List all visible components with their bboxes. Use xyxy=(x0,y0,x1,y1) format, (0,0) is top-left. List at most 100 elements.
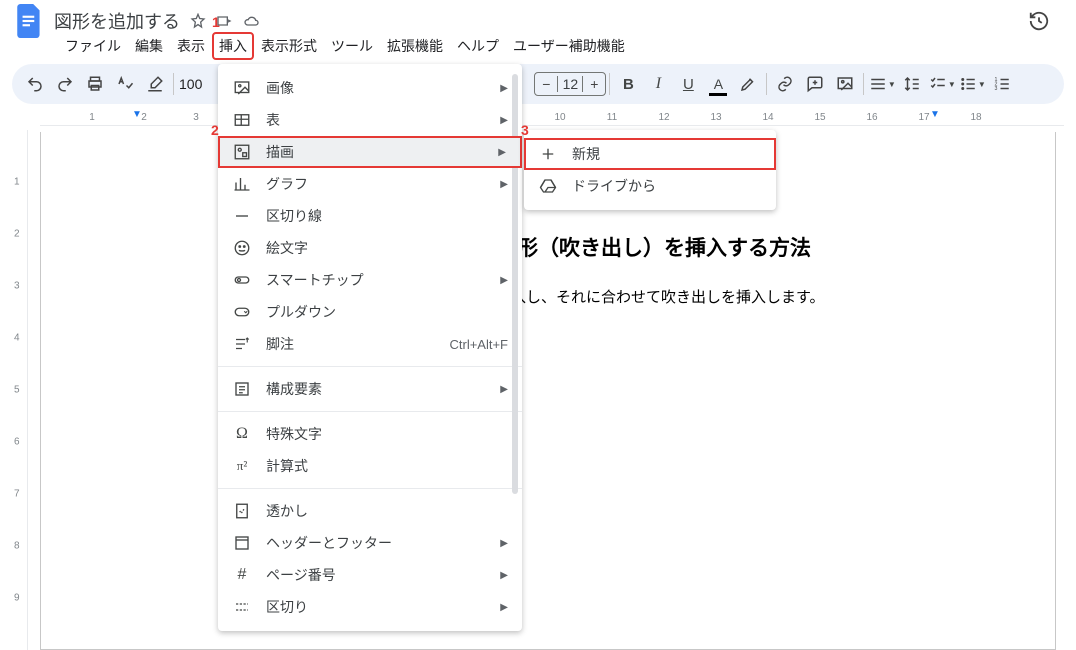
menu-item-label: プルダウン xyxy=(266,302,336,322)
menu-item-label: 絵文字 xyxy=(266,238,308,258)
bold-button[interactable]: B xyxy=(613,69,643,99)
menu-item-label: スマートチップ xyxy=(266,270,364,290)
insert-image-button[interactable] xyxy=(830,69,860,99)
watermark-icon xyxy=(232,501,252,521)
chart-icon xyxy=(232,174,252,194)
paint-format-button[interactable] xyxy=(140,69,170,99)
docs-logo[interactable] xyxy=(12,3,48,39)
smartchip-icon xyxy=(232,270,252,290)
svg-text:3: 3 xyxy=(995,86,998,92)
drawing-submenu: 新規ドライブから xyxy=(524,130,776,210)
insert-menu: 画像▶表▶描画▶グラフ▶区切り線絵文字スマートチップ▶プルダウン脚注Ctrl+A… xyxy=(218,64,522,631)
submenu-arrow-icon: ▶ xyxy=(498,147,506,158)
menu-item-脚注[interactable]: 脚注 Ctrl+Alt+F xyxy=(218,328,522,360)
menu-item-label: 区切り線 xyxy=(266,206,322,226)
submenu-arrow-icon: ▶ xyxy=(500,384,508,395)
hash-icon: # xyxy=(232,565,252,585)
print-button[interactable] xyxy=(80,69,110,99)
menu-item-区切り[interactable]: 区切り ▶ xyxy=(218,591,522,623)
callout-3: 3 xyxy=(521,122,529,138)
menu-item-絵文字[interactable]: 絵文字 xyxy=(218,232,522,264)
insert-link-button[interactable] xyxy=(770,69,800,99)
doc-title[interactable]: 図形を追加する xyxy=(54,8,180,34)
menu-item-label: 表 xyxy=(266,110,280,130)
menu-item-スマートチップ[interactable]: スマートチップ▶ xyxy=(218,264,522,296)
checklist-button[interactable]: ▼ xyxy=(927,69,957,99)
underline-button[interactable]: U xyxy=(673,69,703,99)
callout-2: 2 xyxy=(211,122,219,138)
menu-item-label: ページ番号 xyxy=(266,565,336,585)
menu-ヘルプ[interactable]: ヘルプ xyxy=(450,32,506,60)
font-size-value[interactable]: 12 xyxy=(557,76,583,92)
table-icon xyxy=(232,110,252,130)
menu-item-label: 特殊文字 xyxy=(266,424,322,444)
history-icon[interactable] xyxy=(1028,10,1050,32)
menu-item-構成要素[interactable]: 構成要素▶ xyxy=(218,373,522,405)
menu-ファイル[interactable]: ファイル xyxy=(58,32,128,60)
line-spacing-button[interactable] xyxy=(897,69,927,99)
menu-挿入[interactable]: 挿入 xyxy=(212,32,254,60)
break-icon xyxy=(232,597,252,617)
menu-item-透かし[interactable]: 透かし xyxy=(218,495,522,527)
horizontal-ruler: ▼ ▼ 123456789101112131415161718 xyxy=(40,110,1064,126)
menu-item-label: 区切り xyxy=(266,597,308,617)
submenu-arrow-icon: ▶ xyxy=(500,179,508,190)
menu-item-プルダウン[interactable]: プルダウン xyxy=(218,296,522,328)
menu-表示[interactable]: 表示 xyxy=(170,32,212,60)
star-icon[interactable] xyxy=(190,13,206,29)
italic-button[interactable]: I xyxy=(643,69,673,99)
undo-button[interactable] xyxy=(20,69,50,99)
menu-item-label: 計算式 xyxy=(266,456,308,476)
font-size-minus[interactable]: − xyxy=(535,76,557,92)
menu-item-描画[interactable]: 描画 ▶ xyxy=(218,136,522,168)
font-size-plus[interactable]: + xyxy=(583,76,605,92)
plus-icon xyxy=(538,144,558,164)
menu-item-新規[interactable]: 新規 xyxy=(524,138,776,170)
bulleted-list-button[interactable]: ▼ xyxy=(957,69,987,99)
menu-item-ページ番号[interactable]: # ページ番号 ▶ xyxy=(218,559,522,591)
menu-拡張機能[interactable]: 拡張機能 xyxy=(380,32,450,60)
menu-item-計算式[interactable]: π²計算式 xyxy=(218,450,522,482)
vertical-ruler: 123456789 xyxy=(12,130,28,650)
text-color-button[interactable]: A xyxy=(703,69,733,99)
menu-item-ヘッダーとフッター[interactable]: ヘッダーとフッター ▶ xyxy=(218,527,522,559)
add-comment-button[interactable] xyxy=(800,69,830,99)
menu-item-ドライブから[interactable]: ドライブから xyxy=(524,170,776,202)
font-size-control[interactable]: − 12 + xyxy=(534,72,606,96)
submenu-arrow-icon: ▶ xyxy=(500,83,508,94)
align-button[interactable]: ▼ xyxy=(867,69,897,99)
redo-button[interactable] xyxy=(50,69,80,99)
drawing-icon xyxy=(232,142,252,162)
emoji-icon xyxy=(232,238,252,258)
cloud-icon[interactable] xyxy=(242,13,260,29)
menu-ユーザー補助機能[interactable]: ユーザー補助機能 xyxy=(506,32,632,60)
submenu-arrow-icon: ▶ xyxy=(500,570,508,581)
submenu-arrow-icon: ▶ xyxy=(500,115,508,126)
indent-marker-right[interactable]: ▼ xyxy=(930,109,940,120)
numbered-list-button[interactable]: 123 xyxy=(987,69,1017,99)
menu-item-label: グラフ xyxy=(266,174,308,194)
menu-item-グラフ[interactable]: グラフ ▶ xyxy=(218,168,522,200)
menu-表示形式[interactable]: 表示形式 xyxy=(254,32,324,60)
menu-item-区切り線[interactable]: 区切り線 xyxy=(218,200,522,232)
submenu-arrow-icon: ▶ xyxy=(500,538,508,549)
menu-編集[interactable]: 編集 xyxy=(128,32,170,60)
menu-item-画像[interactable]: 画像▶ xyxy=(218,72,522,104)
zoom-select[interactable]: 100 xyxy=(177,76,204,92)
toolbar: 100 − 12 + B I U A ▼ ▼ ▼ 123 xyxy=(12,64,1064,104)
footnote-icon xyxy=(232,334,252,354)
menu-item-特殊文字[interactable]: Ω 特殊文字 xyxy=(218,418,522,450)
menu-item-label: 描画 xyxy=(266,142,294,162)
hr-icon xyxy=(232,206,252,226)
spellcheck-button[interactable] xyxy=(110,69,140,99)
menu-item-表[interactable]: 表▶ xyxy=(218,104,522,136)
submenu-arrow-icon: ▶ xyxy=(500,602,508,613)
shortcut-label: Ctrl+Alt+F xyxy=(449,337,508,352)
menubar: ファイル編集表示挿入表示形式ツール拡張機能ヘルプユーザー補助機能 xyxy=(0,34,1076,64)
omega-icon: Ω xyxy=(232,424,252,444)
menu-ツール[interactable]: ツール xyxy=(324,32,380,60)
menu-item-label: ヘッダーとフッター xyxy=(266,533,392,553)
menu-item-label: ドライブから xyxy=(572,176,656,196)
highlight-color-button[interactable] xyxy=(733,69,763,99)
menu-item-label: 脚注 xyxy=(266,334,294,354)
